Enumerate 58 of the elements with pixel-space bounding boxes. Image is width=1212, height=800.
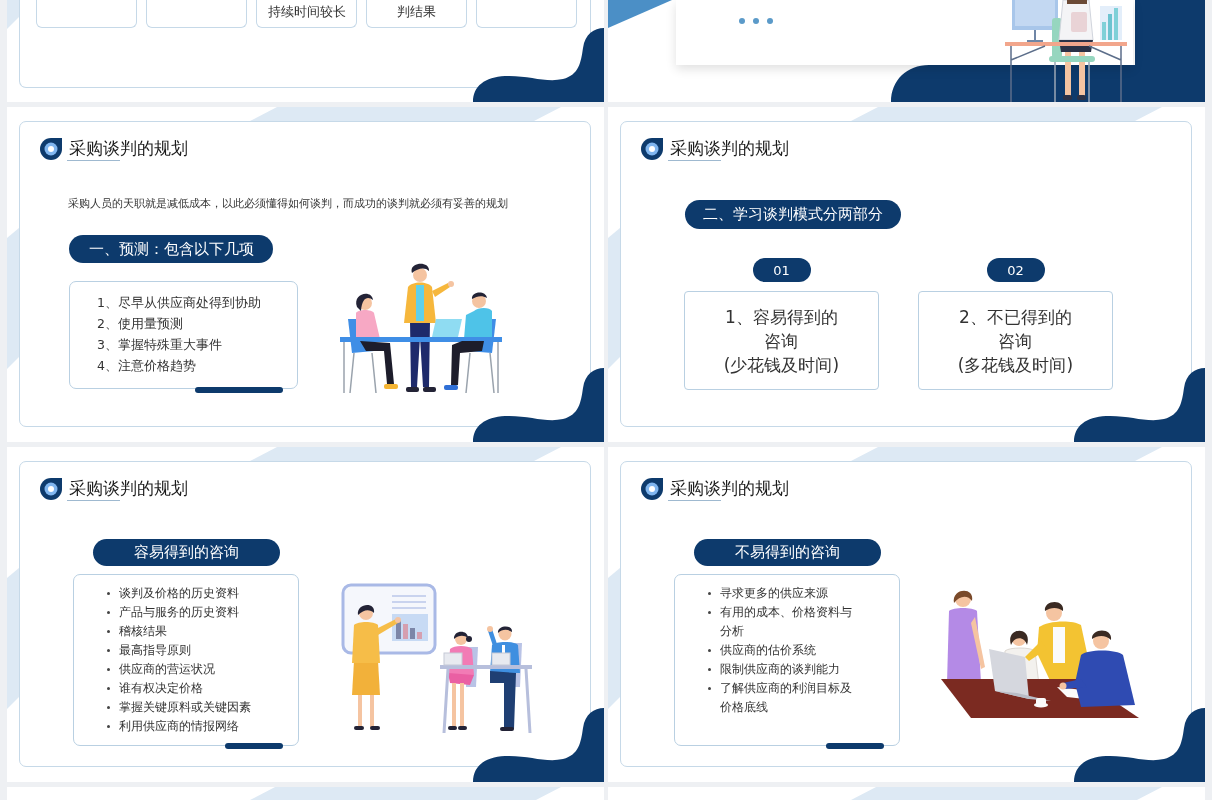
slide-title: 采购谈判的规划 [670,478,789,500]
bullet-icon [708,649,711,652]
bullseye-icon [641,478,663,500]
bullet-icon [107,611,110,614]
bullet-icon [107,687,110,690]
bullet-icon [107,725,110,728]
list-item: 谁有权决定价格 [119,680,204,697]
bullseye-icon [641,138,663,160]
bullet-icon [708,687,711,690]
title-underline [668,500,721,501]
list-item: 利用供应商的情报网络 [119,718,240,735]
title-underline [67,500,120,501]
number-badge: 01 [752,258,811,282]
title-underline [67,160,120,161]
list-item: 产品与服务的历史资料 [119,604,240,621]
list-item: 供应商的估价系统 [720,642,817,659]
bullet-icon [708,668,711,671]
list-item: 掌握关键原料或关键因素 [119,699,252,716]
slanted-stripe [7,0,19,29]
list-item: 稽核结果 [119,623,168,640]
list-item: 3、掌握特殊重大事件 [97,336,223,354]
section-heading: 一、预测：包含以下几项 [69,235,273,263]
bullet-icon [708,592,711,595]
part-text: 1、容易得到的 咨询 (少花钱及时间) [723,305,840,377]
slide-title: 采购谈判的规划 [69,478,188,500]
bullet-icon [107,630,110,633]
slide-title: 采购谈判的规划 [670,138,789,160]
accent-bar [225,743,283,749]
list-item: 4、注意价格趋势 [97,357,197,375]
list-item: 限制供应商的谈判能力 [720,661,841,678]
list-item: 了解供应商的利润目标及价格底线 [720,680,853,716]
bullseye-icon [40,478,62,500]
bullet-icon [107,649,110,652]
section-heading: 二、学习谈判模式分两部分 [685,200,901,229]
bullet-icon [107,706,110,709]
part-text: 2、不已得到的 咨询 (多花钱及时间) [957,305,1074,377]
slide-title: 采购谈判的规划 [69,138,188,160]
ellipsis-icon [739,18,773,24]
table-cell: 持续时间较长 [256,0,357,28]
bullet-icon [107,592,110,595]
section-heading: 不易得到的咨询 [694,539,881,566]
list-item: 2、使用量预测 [97,315,184,333]
title-underline [668,160,721,161]
list-item: 寻求更多的供应来源 [720,585,829,602]
triangle-shape [608,0,672,28]
bullseye-icon [40,138,62,160]
list-item: 谈判及价格的历史资料 [119,585,240,602]
accent-bar [826,743,884,749]
table-cell: 判结果 [366,0,467,28]
list-item: 供应商的营运状况 [119,661,216,678]
list-item: 最高指导原则 [119,642,192,659]
bullet-icon [708,611,711,614]
section-heading: 容易得到的咨询 [93,539,280,566]
intro-text: 采购人员的天职就是减低成本，以此必须懂得如何谈判，而成功的谈判就必须有妥善的规划 [68,197,509,211]
list-item: 1、尽早从供应商处得到协助 [97,294,262,312]
bullet-icon [107,668,110,671]
number-badge: 02 [986,258,1045,282]
list-item: 有用的成本、价格资料与分析 [720,604,853,640]
